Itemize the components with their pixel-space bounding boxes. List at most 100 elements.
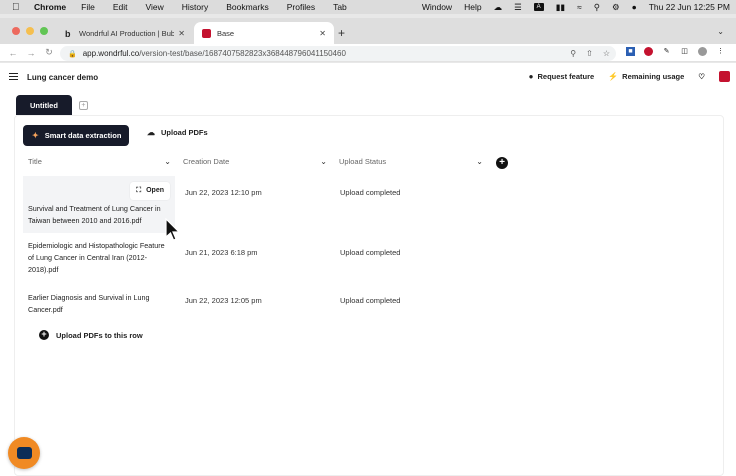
- battery-icon[interactable]: ▮▮: [556, 2, 565, 13]
- row-title: Earlier Diagnosis and Survival in Lung C…: [28, 293, 150, 314]
- address-bar[interactable]: 🔒 app.wondrful.co/version-test/base/1687…: [60, 46, 616, 61]
- upload-pdfs-button[interactable]: ☁ Upload PDFs: [147, 128, 208, 137]
- back-icon[interactable]: ←: [8, 48, 18, 58]
- menu-bookmarks[interactable]: Bookmarks: [226, 2, 269, 12]
- control-center-icon[interactable]: ⚙: [612, 2, 620, 13]
- puzzle-icon[interactable]: ✎: [662, 47, 671, 56]
- row-upload-status: Upload completed: [340, 248, 401, 257]
- user-logo[interactable]: [719, 71, 730, 82]
- menu-history[interactable]: History: [182, 2, 208, 12]
- column-header-title[interactable]: Title ⌄: [28, 157, 171, 166]
- bookmark-star-icon[interactable]: ☆: [603, 49, 610, 58]
- row-creation-date: Jun 22, 2023 12:10 pm: [185, 188, 262, 197]
- menu-help[interactable]: Help: [464, 2, 481, 12]
- open-label: Open: [146, 187, 164, 194]
- close-tab-icon[interactable]: ✕: [178, 29, 185, 38]
- project-title: Lung cancer demo: [27, 73, 99, 82]
- menu-tab[interactable]: Tab: [333, 2, 347, 12]
- bubble-favicon-icon: b: [65, 28, 71, 39]
- menu-view[interactable]: View: [145, 2, 163, 12]
- chevron-down-icon[interactable]: ⌄: [164, 157, 171, 166]
- cloud-icon[interactable]: ☁: [494, 2, 503, 13]
- tab-label: Wondrful AI Production | Bubb: [79, 28, 175, 38]
- browser-tab-bubble[interactable]: b Wondrful AI Production | Bubb ✕: [57, 22, 193, 44]
- kebab-menu-icon[interactable]: ⋮: [716, 47, 725, 56]
- url-path: /version-test/base/1687407582823x3684487…: [139, 49, 346, 58]
- input-source-icon[interactable]: A: [533, 3, 544, 11]
- chevron-down-icon[interactable]: ⌄: [476, 157, 483, 166]
- request-feature-button[interactable]: ● Request feature: [529, 72, 595, 81]
- app-page: Lung cancer demo ● Request feature ⚡ Remai…: [0, 63, 736, 476]
- menu-window[interactable]: Window: [422, 2, 452, 12]
- new-tab-icon[interactable]: +: [338, 26, 345, 40]
- table-row[interactable]: Earlier Diagnosis and Survival in Lung C…: [23, 288, 713, 324]
- column-header-creation-date[interactable]: Creation Date ⌄: [183, 157, 327, 166]
- app-header: Lung cancer demo ● Request feature ⚡ Remai…: [0, 63, 736, 91]
- zoom-window-button[interactable]: [40, 27, 48, 35]
- chat-widget-button[interactable]: [8, 437, 40, 469]
- tab-untitled[interactable]: Untitled: [16, 95, 72, 115]
- browser-tabstrip: b Wondrful AI Production | Bubb ✕ Base ✕…: [0, 18, 736, 44]
- row-title-cell[interactable]: Earlier Diagnosis and Survival in Lung C…: [23, 288, 175, 320]
- row-creation-date: Jun 22, 2023 12:05 pm: [185, 296, 262, 305]
- upload-pdfs-to-row-button[interactable]: + Upload PDFs to this row: [39, 330, 143, 340]
- menu-profiles[interactable]: Profiles: [287, 2, 315, 12]
- forward-icon[interactable]: →: [26, 48, 36, 58]
- close-tab-icon[interactable]: ✕: [319, 29, 326, 38]
- bell-icon[interactable]: ♡: [698, 72, 705, 81]
- wifi-icon[interactable]: ≈: [577, 2, 582, 12]
- sparkle-icon: ✦: [32, 131, 39, 140]
- upload-pdfs-to-row-label: Upload PDFs to this row: [56, 330, 143, 340]
- column-header-label: Upload Status: [339, 157, 387, 166]
- reload-icon[interactable]: ↻: [44, 47, 54, 58]
- table-row[interactable]: Survival and Treatment of Lung Cancer in…: [23, 176, 713, 234]
- expand-icon: ⛶: [136, 187, 142, 194]
- address-bar-actions: ⚲ ⇧ ☆: [570, 49, 610, 58]
- lightbulb-icon: ●: [528, 72, 534, 81]
- remaining-usage-button[interactable]: ⚡ Remaining usage: [608, 72, 684, 81]
- row-title-cell[interactable]: Survival and Treatment of Lung Cancer in…: [23, 176, 175, 233]
- view-tabs: Untitled +: [16, 95, 88, 115]
- lock-icon[interactable]: 🔒: [68, 50, 77, 58]
- column-header-label: Title: [28, 157, 42, 166]
- upload-pdfs-label: Upload PDFs: [161, 128, 208, 137]
- siri-icon[interactable]: ●: [632, 2, 637, 12]
- tab-label: Base: [217, 28, 235, 38]
- open-row-button[interactable]: ⛶ Open: [130, 182, 170, 200]
- apple-icon[interactable]: : [12, 2, 24, 13]
- close-window-button[interactable]: [12, 27, 20, 35]
- table-row[interactable]: Epidemiologic and Histopathologic Featur…: [23, 236, 713, 284]
- smart-data-extraction-button[interactable]: ✦ Smart data extraction: [23, 125, 129, 146]
- table-card: ✦ Smart data extraction ☁ Upload PDFs Ti…: [14, 115, 724, 476]
- extension-red-icon[interactable]: [644, 47, 653, 56]
- column-header-upload-status[interactable]: Upload Status ⌄: [339, 157, 483, 166]
- zoom-icon[interactable]: ⚲: [570, 49, 576, 58]
- menubar-status-area: Window Help ☁ ☰ A ▮▮ ≈ ⚲ ⚙ ● Thu 22 Jun …: [416, 0, 736, 14]
- add-column-button[interactable]: +: [496, 157, 508, 169]
- sidebar-icon[interactable]: ◫: [680, 47, 689, 56]
- extension-icon[interactable]: ■: [626, 47, 635, 56]
- row-title: Survival and Treatment of Lung Cancer in…: [28, 204, 161, 225]
- chat-bubble-icon: [16, 447, 32, 459]
- row-creation-date: Jun 21, 2023 6:18 pm: [185, 248, 258, 257]
- browser-tab-base[interactable]: Base ✕: [194, 22, 334, 44]
- extensions-area: ■ ✎ ◫ ⋮: [626, 47, 725, 56]
- search-icon[interactable]: ⚲: [594, 2, 600, 13]
- minimize-window-button[interactable]: [26, 27, 34, 35]
- menubar-clock[interactable]: Thu 22 Jun 12:25 PM: [649, 2, 730, 12]
- url-host: app.wondrful.co: [82, 49, 140, 58]
- menu-file[interactable]: File: [81, 2, 95, 12]
- layers-icon[interactable]: ☰: [514, 2, 522, 13]
- menu-app-name[interactable]: Chrome: [34, 2, 66, 12]
- profile-avatar[interactable]: [698, 47, 707, 56]
- hamburger-menu-icon[interactable]: [9, 73, 18, 80]
- row-title-cell[interactable]: Epidemiologic and Histopathologic Featur…: [23, 236, 175, 280]
- macos-menubar:  Chrome File Edit View History Bookmark…: [0, 0, 736, 14]
- smart-data-extraction-label: Smart data extraction: [44, 131, 122, 140]
- tab-search-chevron-icon[interactable]: ⌄: [717, 27, 724, 36]
- wondrful-favicon-icon: [202, 28, 211, 38]
- menu-edit[interactable]: Edit: [113, 2, 128, 12]
- add-view-icon[interactable]: +: [78, 100, 88, 110]
- chevron-down-icon[interactable]: ⌄: [320, 157, 327, 166]
- share-icon[interactable]: ⇧: [586, 49, 593, 58]
